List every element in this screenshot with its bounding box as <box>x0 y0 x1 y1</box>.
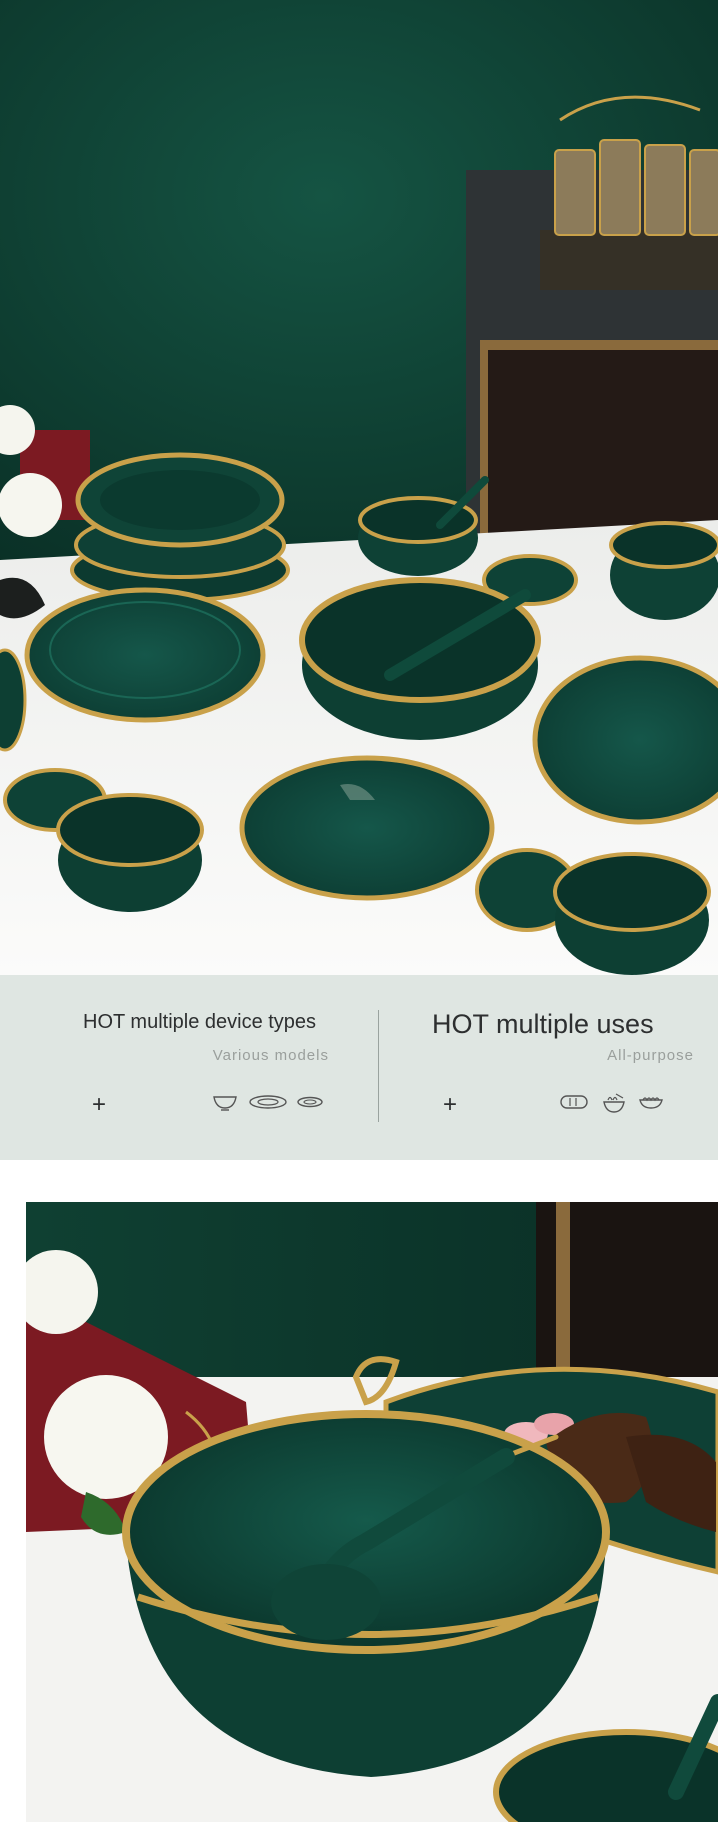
bread-icon <box>559 1092 589 1112</box>
bowl-closeup-photo <box>26 1202 718 1822</box>
feature-subtitle: All-purpose <box>607 1047 694 1064</box>
bowl-icon <box>212 1092 238 1112</box>
large-plate-icon <box>248 1092 288 1112</box>
bowl-with-spoon-illustration <box>26 1202 718 1822</box>
hero-product-photo <box>0 0 718 975</box>
feature-subtitle: Various models <box>212 1047 329 1064</box>
plus-icon: + <box>92 1091 107 1118</box>
feature-title: HOT multiple device types <box>83 1011 317 1033</box>
noodle-bowl-icon <box>601 1092 627 1114</box>
dish-icon <box>637 1092 665 1112</box>
feature-multiple-uses: HOT multiple uses All-purpose + <box>359 975 718 1160</box>
small-plate-icon <box>296 1092 324 1112</box>
feature-title: HOT multiple uses <box>432 1009 654 1039</box>
feature-strip: HOT multiple device types Various models… <box>0 975 718 1160</box>
plus-icon: + <box>443 1091 458 1118</box>
tableware-set-illustration <box>0 0 718 975</box>
feature-device-types: HOT multiple device types Various models… <box>0 975 359 1160</box>
